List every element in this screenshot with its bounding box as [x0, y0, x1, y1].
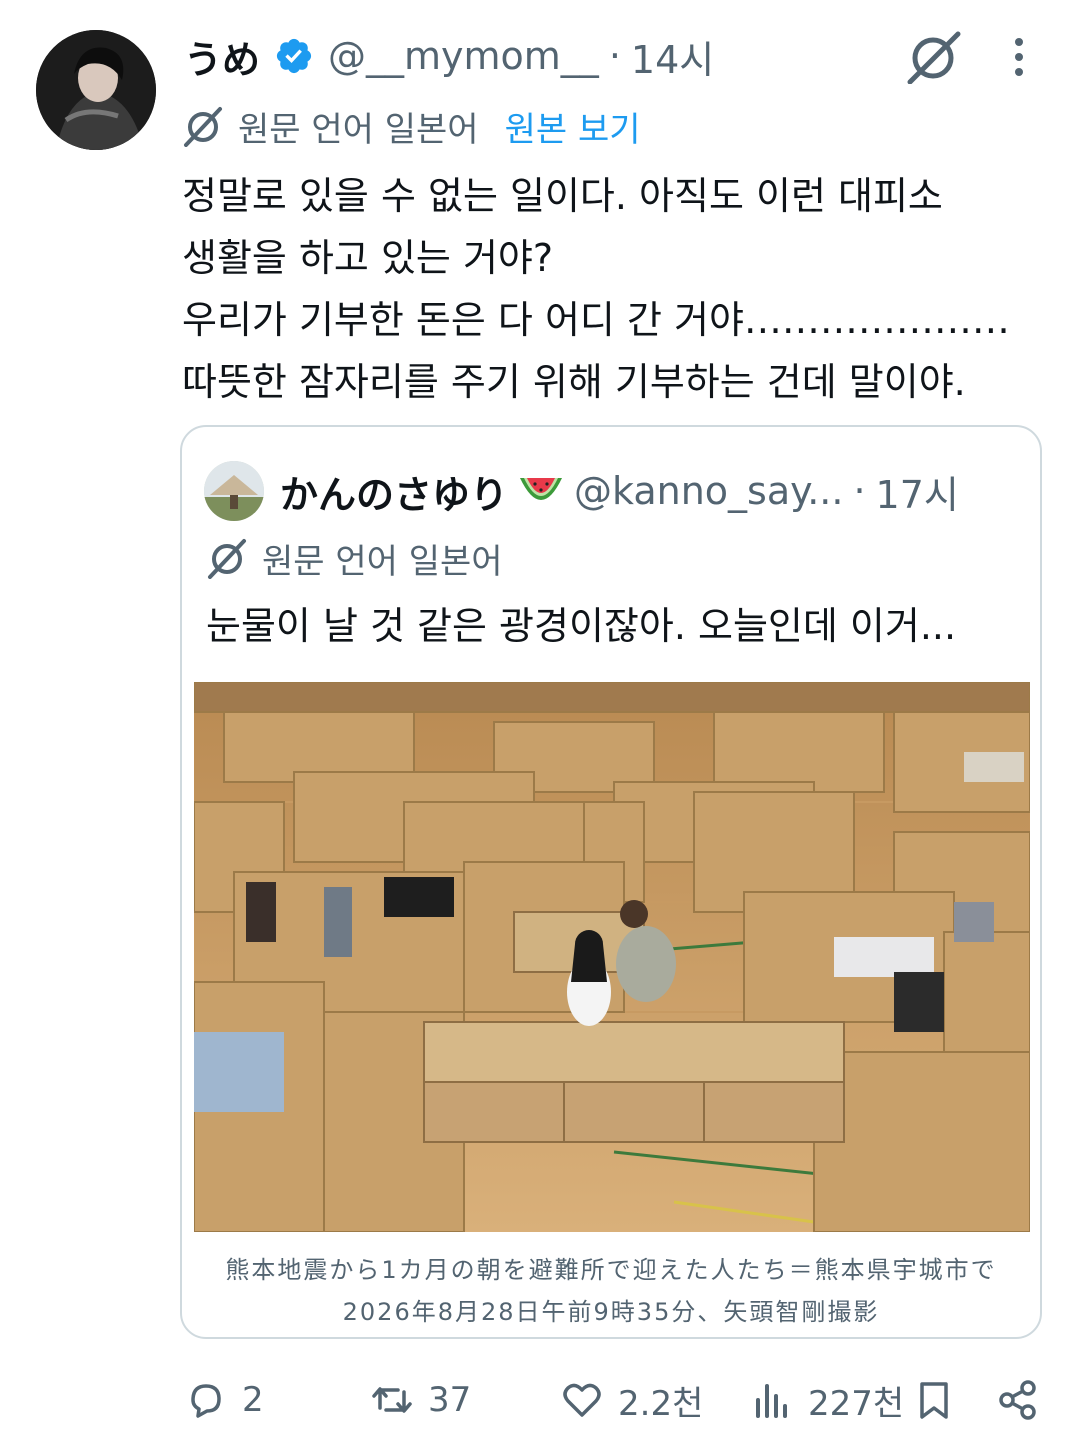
caption-line: 熊本地震から1カ月の朝を避難所で迎えた人たち＝熊本県宇城市で	[225, 1256, 997, 1284]
bookmark-button[interactable]	[912, 1365, 970, 1435]
tweet-text-line: 생활을 하고 있는 거야?	[182, 236, 554, 280]
tweet-header: うめ @__mymom__ · 14시	[184, 26, 714, 86]
tweet-text-line: 따뜻한 잠자리를 주기 위해 기부하는 건데 말이야.	[182, 360, 966, 404]
quoted-tweet[interactable]: かんのさゆり @kanno_say... · 17시 원문 언어 일본어 눈물이…	[180, 425, 1042, 1339]
tweet-text: 정말로 있을 수 없는 일이다. 아직도 이런 대피소 생활을 하고 있는 거야…	[182, 165, 1062, 413]
like-icon	[563, 1383, 601, 1417]
photo-caption: 熊本地震から1カ月の朝を避難所で迎えた人たち＝熊本県宇城市で 2026年8月28…	[182, 1249, 1040, 1333]
translate-icon	[208, 539, 246, 579]
repost-button[interactable]: 37	[370, 1365, 471, 1435]
quoted-tweet-text: 눈물이 날 것 같은 광경이잖아. 오늘인데 이거...	[206, 604, 957, 648]
separator-dot: ·	[853, 469, 866, 513]
tweet-text-line: 우리가 기부한 돈은 다 어디 간 거야…………………	[182, 298, 1010, 342]
share-button[interactable]	[996, 1365, 1054, 1435]
translation-label: 원문 언어 일본어	[262, 541, 503, 582]
translation-label: 원문 언어 일본어	[238, 109, 479, 150]
quoted-tweet-header: かんのさゆり @kanno_say... · 17시	[204, 461, 959, 521]
like-button[interactable]: 2.2천	[560, 1365, 703, 1435]
author-avatar[interactable]	[36, 30, 156, 150]
action-bar: 2 37 2.2천 227천	[0, 1365, 1080, 1435]
quoted-author-avatar[interactable]	[204, 461, 264, 521]
verified-badge-icon	[276, 38, 312, 74]
quoted-author-handle[interactable]: @kanno_say...	[574, 469, 843, 513]
quoted-author-name[interactable]: かんのさゆり	[280, 464, 508, 519]
shelter-photo[interactable]	[194, 682, 1030, 1232]
bookmark-icon	[920, 1382, 948, 1419]
quoted-tweet-time[interactable]: 17시	[876, 464, 959, 519]
repost-icon	[372, 1387, 412, 1413]
like-count: 2.2천	[618, 1383, 704, 1424]
author-handle[interactable]: @__mymom__	[328, 34, 599, 78]
author-name[interactable]: うめ	[184, 29, 260, 84]
views-count: 227천	[808, 1383, 905, 1424]
reply-button[interactable]: 2	[184, 1365, 264, 1435]
watermelon-emoji	[520, 478, 563, 500]
quoted-translation-notice: 원문 언어 일본어	[206, 532, 503, 584]
translate-icon	[184, 107, 222, 147]
repost-count: 37	[428, 1380, 472, 1420]
reply-count: 2	[242, 1380, 264, 1420]
translation-notice: 원문 언어 일본어 원본 보기	[182, 100, 641, 152]
grok-icon[interactable]	[904, 30, 962, 84]
views-icon	[756, 1384, 787, 1418]
separator-dot: ·	[608, 34, 621, 78]
reply-icon	[191, 1384, 221, 1418]
views-button[interactable]: 227천	[750, 1365, 904, 1435]
more-icon[interactable]	[1006, 34, 1032, 84]
share-icon	[999, 1380, 1036, 1420]
tweet-text-line: 정말로 있을 수 없는 일이다. 아직도 이런 대피소	[182, 174, 943, 218]
caption-line: 2026年8月28日午前9時35分、矢頭智剛撮影	[342, 1298, 880, 1326]
tweet-time[interactable]: 14시	[631, 29, 714, 84]
show-original-link[interactable]: 원본 보기	[505, 102, 641, 151]
